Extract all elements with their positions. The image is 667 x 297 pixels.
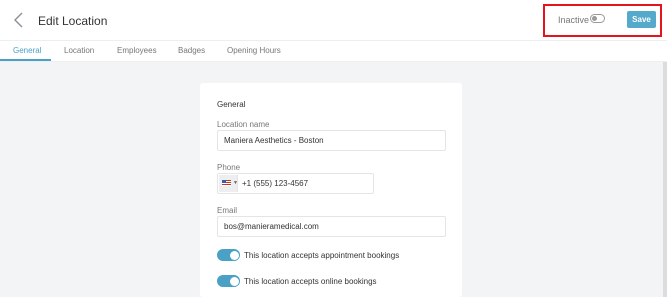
tab-employees[interactable]: Employees bbox=[117, 46, 157, 55]
email-label: Email bbox=[217, 206, 238, 215]
page-scrollbar[interactable] bbox=[663, 62, 667, 297]
general-form-card: General Location name Maniera Aesthetics… bbox=[200, 83, 462, 297]
toggle-knob bbox=[592, 15, 597, 21]
toggle-knob bbox=[229, 276, 239, 286]
active-tab-indicator bbox=[0, 59, 51, 61]
tab-bar: General Location Employees Badges Openin… bbox=[0, 41, 667, 62]
tab-opening-hours[interactable]: Opening Hours bbox=[227, 46, 281, 55]
appointment-bookings-toggle[interactable] bbox=[217, 249, 240, 261]
phone-field: ▼ +1 (555) 123-4567 bbox=[217, 173, 374, 194]
location-name-input[interactable]: Maniera Aesthetics - Boston bbox=[217, 130, 446, 151]
phone-label: Phone bbox=[217, 163, 241, 172]
status-label: Inactive bbox=[558, 15, 590, 25]
phone-input[interactable]: +1 (555) 123-4567 bbox=[238, 174, 308, 193]
online-bookings-toggle[interactable] bbox=[217, 275, 240, 287]
section-title: General bbox=[217, 100, 246, 109]
top-header: Edit Location Inactive Save bbox=[0, 0, 667, 41]
active-toggle[interactable] bbox=[590, 14, 605, 23]
country-selector[interactable]: ▼ bbox=[219, 175, 238, 192]
toggle-knob bbox=[229, 250, 239, 260]
tab-general[interactable]: General bbox=[13, 46, 41, 55]
back-arrow-icon[interactable] bbox=[12, 11, 26, 29]
email-input[interactable]: bos@manieramedical.com bbox=[217, 216, 446, 237]
location-name-label: Location name bbox=[217, 120, 270, 129]
online-bookings-label: This location accepts online bookings bbox=[244, 277, 377, 286]
tab-badges[interactable]: Badges bbox=[178, 46, 205, 55]
appointment-bookings-label: This location accepts appointment bookin… bbox=[244, 251, 400, 260]
tab-location[interactable]: Location bbox=[64, 46, 94, 55]
mouse-cursor-icon bbox=[562, 293, 566, 297]
us-flag-icon bbox=[222, 180, 231, 186]
page-title: Edit Location bbox=[38, 14, 108, 28]
save-button[interactable]: Save bbox=[627, 11, 656, 28]
